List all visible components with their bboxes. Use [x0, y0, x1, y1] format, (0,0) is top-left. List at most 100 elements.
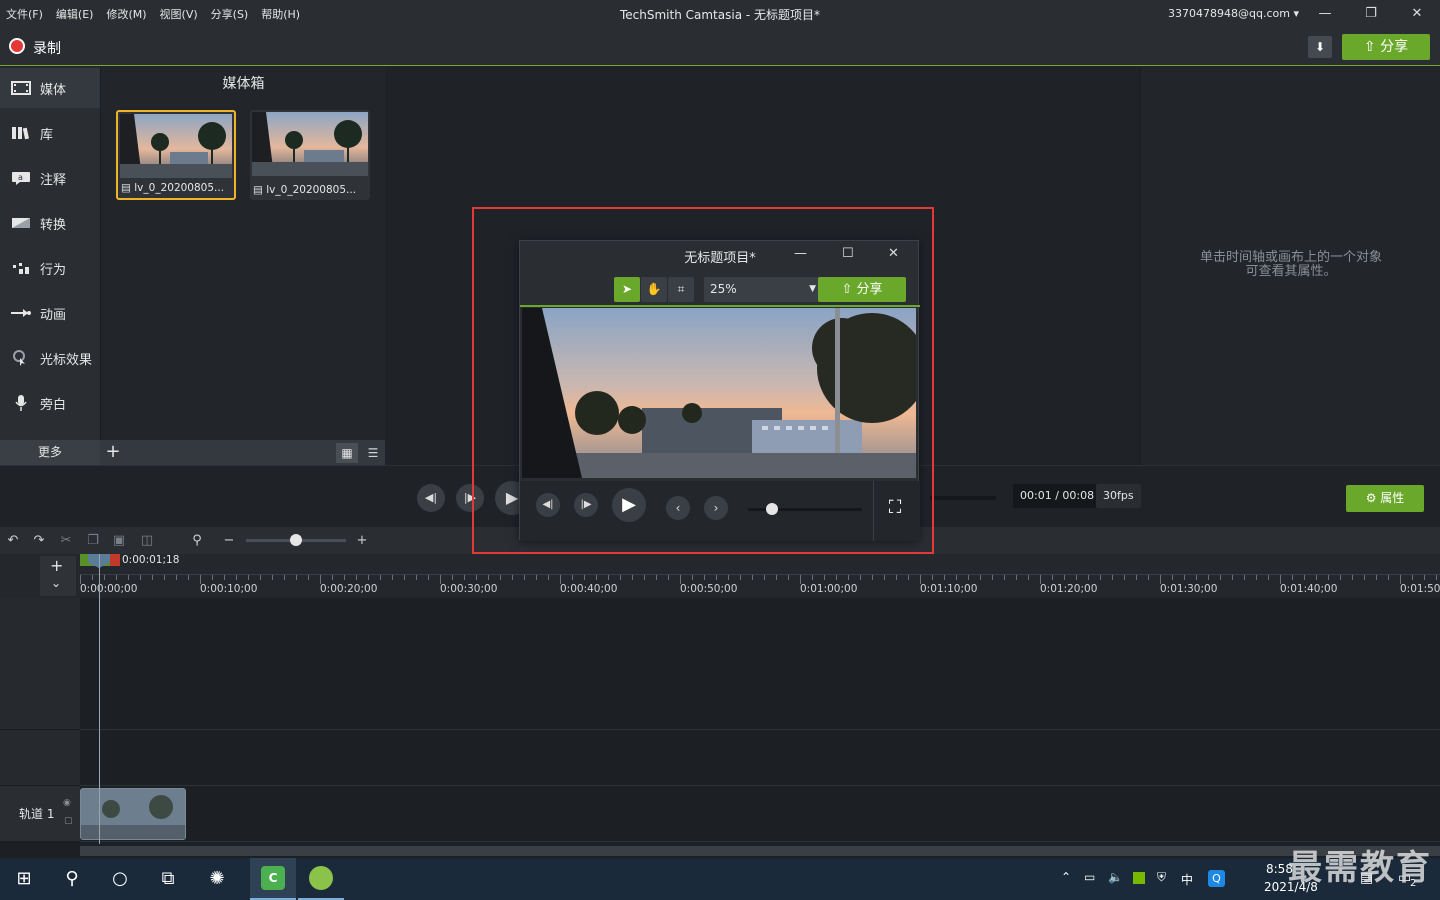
zoom-slider-handle[interactable]: [290, 534, 302, 546]
step-back-icon[interactable]: ◀|: [417, 484, 445, 512]
record-icon[interactable]: [9, 38, 25, 54]
video-clip[interactable]: [80, 788, 186, 840]
ruler-tick: [572, 575, 573, 580]
sidebar-item-behaviors[interactable]: 行为: [0, 248, 100, 288]
ruler-tick: [284, 575, 285, 580]
lock-icon[interactable]: ▢: [64, 816, 73, 826]
minimize-button[interactable]: —: [1313, 4, 1337, 24]
pinwheel-app-icon[interactable]: ✺: [202, 864, 232, 894]
sidebar-item-animations[interactable]: 动画: [0, 293, 100, 333]
ruler-tick: [908, 575, 909, 580]
properties-button[interactable]: ⚙ 属性: [1346, 485, 1424, 512]
record-button[interactable]: 录制: [33, 38, 61, 58]
highlight-annotation-box: [472, 207, 934, 554]
empty-track[interactable]: [80, 598, 1440, 730]
ruler-tick: [812, 575, 813, 580]
download-icon[interactable]: ⬇: [1308, 36, 1332, 58]
zoom-out-icon[interactable]: −: [220, 532, 238, 550]
sidebar-item-label: 动画: [40, 307, 67, 323]
copy-icon[interactable]: ❐: [84, 532, 102, 550]
ruler-tick: [776, 575, 777, 580]
ruler-tick: [1340, 575, 1341, 580]
track-1[interactable]: [80, 786, 1440, 842]
ruler-tick: [464, 575, 465, 580]
ruler-tick: [752, 575, 753, 580]
restore-button[interactable]: ❐: [1359, 4, 1383, 24]
playhead-line: [99, 554, 100, 844]
grid-view-icon[interactable]: ▦: [336, 443, 358, 463]
ruler-tick: [176, 575, 177, 580]
sidebar-item-annotations[interactable]: a 注释: [0, 158, 100, 198]
ruler-tick: [596, 575, 597, 580]
media-clip-thumbnail[interactable]: ▤ lv_0_20200805...: [116, 110, 236, 200]
chevron-down-icon[interactable]: ⌄: [51, 576, 61, 590]
ruler-tick: [1232, 575, 1233, 580]
ime-indicator[interactable]: 中: [1181, 871, 1193, 888]
ruler-tick: [992, 575, 993, 580]
panel-footer: 更多 + ▦ ☰: [0, 440, 385, 465]
security-shield-icon[interactable]: ⛨: [1157, 870, 1166, 885]
media-clip-thumbnail[interactable]: ▤ lv_0_20200805...: [250, 110, 370, 200]
zoom-search-icon[interactable]: ⚲: [188, 532, 206, 550]
sidebar-item-library[interactable]: 库: [0, 113, 100, 153]
ruler-tick: [344, 575, 345, 580]
sidebar-item-voice-narration[interactable]: 旁白: [0, 383, 100, 423]
account-email: 3370478948@qq.com: [1168, 7, 1290, 20]
volume-icon[interactable]: 🔈: [1108, 870, 1123, 884]
search-icon[interactable]: ⚲: [57, 864, 87, 894]
camtasia-taskbar-item[interactable]: C: [250, 858, 296, 900]
paste-icon[interactable]: ▣: [110, 532, 128, 550]
share-label: 分享: [1380, 39, 1409, 55]
cortana-icon[interactable]: ○: [105, 864, 135, 894]
eye-icon[interactable]: ◉: [63, 798, 71, 808]
network-icon[interactable]: ▭: [1084, 870, 1095, 884]
ruler-tick-label: 0:00:40;00: [560, 583, 618, 595]
ruler-tick: [1088, 575, 1089, 580]
ruler-tick: [764, 575, 765, 580]
ruler-tick-label: 0:00:50;00: [680, 583, 738, 595]
split-icon[interactable]: ◫: [138, 532, 156, 550]
ruler-tick: [476, 575, 477, 580]
ruler-tick: [416, 575, 417, 580]
account-menu[interactable]: 3370478948@qq.com ▾: [1168, 7, 1299, 20]
sidebar-item-media[interactable]: 媒体: [0, 68, 100, 108]
nvidia-icon[interactable]: [1133, 872, 1145, 884]
add-track-icon[interactable]: +: [50, 556, 63, 575]
panel-title: 媒体箱: [222, 76, 265, 92]
sidebar-item-cursor-effects[interactable]: 光标效果: [0, 338, 100, 378]
chevron-down-icon: ▾: [1293, 7, 1299, 20]
app-taskbar-item[interactable]: [298, 858, 344, 900]
chevron-up-icon[interactable]: ⌃: [1061, 870, 1071, 884]
ruler-tick: [380, 575, 381, 580]
empty-track-header: [0, 598, 80, 730]
watermark: 最需教育: [1288, 848, 1432, 888]
playhead-out-marker[interactable]: [110, 554, 120, 566]
empty-track[interactable]: [80, 730, 1440, 786]
ruler-tick: [872, 575, 873, 580]
more-button[interactable]: 更多: [0, 440, 100, 465]
clip-preview-image: [252, 112, 368, 176]
undo-icon[interactable]: ↶: [4, 532, 22, 550]
timeline-scrollbar[interactable]: [80, 846, 1440, 856]
task-view-icon[interactable]: ⧉: [153, 864, 183, 894]
ruler-tick: [860, 575, 861, 580]
fps-display: 30fps: [1096, 484, 1141, 508]
list-view-icon[interactable]: ☰: [362, 443, 384, 463]
ruler-tick: [104, 575, 105, 580]
sidebar-item-transitions[interactable]: 转换: [0, 203, 100, 243]
ruler-tick: [1244, 575, 1245, 580]
redo-icon[interactable]: ↷: [30, 532, 48, 550]
qq-icon[interactable]: Q: [1208, 870, 1225, 887]
timeline-ruler[interactable]: + ⌄ 0:00:01;18 0:00:00;00 0:00:10;00 0:00:…: [0, 554, 1440, 598]
ruler-tick: [824, 575, 825, 580]
share-button[interactable]: ⇧ 分享: [1342, 34, 1430, 60]
ruler-tick: [260, 575, 261, 580]
ruler-tick: [1412, 575, 1413, 580]
cut-icon[interactable]: ✂: [57, 532, 75, 550]
add-media-icon[interactable]: +: [104, 442, 122, 462]
scrub-bar[interactable]: [930, 496, 996, 500]
close-button[interactable]: ✕: [1405, 4, 1429, 24]
zoom-in-icon[interactable]: +: [353, 532, 371, 550]
windows-start-icon[interactable]: ⊞: [9, 864, 39, 894]
watermelon-app-icon: [309, 866, 333, 890]
